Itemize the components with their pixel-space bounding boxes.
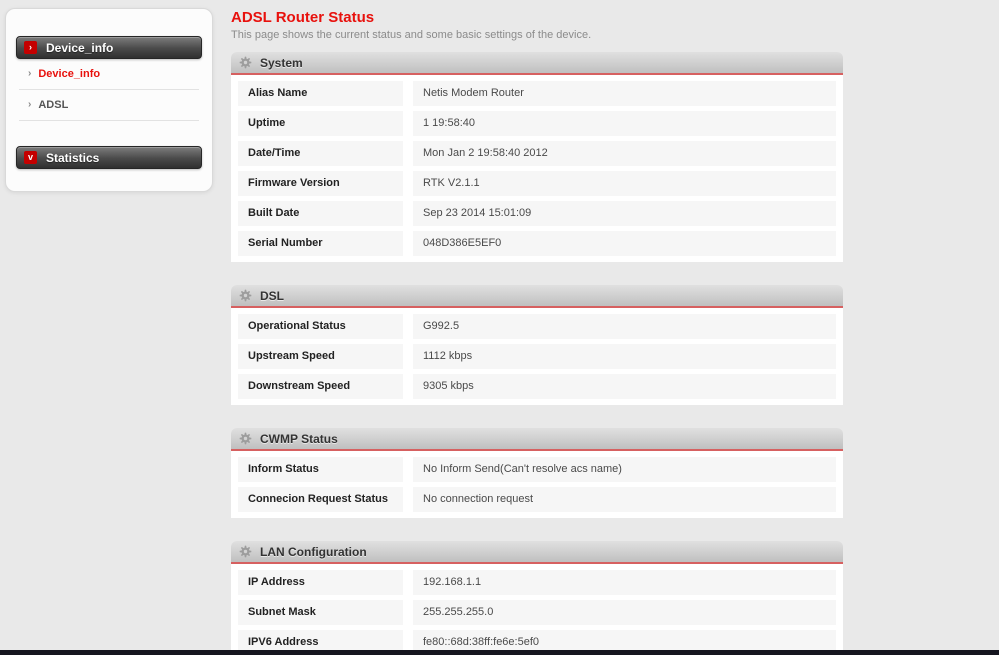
row-label: Alias Name xyxy=(238,81,403,106)
table-row: Downstream Speed 9305 kbps xyxy=(238,374,836,399)
table-row: Upstream Speed 1112 kbps xyxy=(238,344,836,369)
gear-icon xyxy=(239,289,252,302)
table-row: Built Date Sep 23 2014 15:01:09 xyxy=(238,201,836,226)
page-subtitle: This page shows the current status and s… xyxy=(231,29,843,41)
row-label: Operational Status xyxy=(238,314,403,339)
gear-icon xyxy=(239,56,252,69)
sidebar-item-device-info[interactable]: › Device_info xyxy=(19,59,199,90)
sidebar-submenu: › Device_info › ADSL xyxy=(16,59,202,121)
row-value: 1 19:58:40 xyxy=(413,111,836,136)
table-row: Date/Time Mon Jan 2 19:58:40 2012 xyxy=(238,141,836,166)
table-row: Alias Name Netis Modem Router xyxy=(238,81,836,106)
section-title: DSL xyxy=(260,289,284,303)
sidebar-item-label: Device_info xyxy=(38,68,100,80)
section-title: System xyxy=(260,56,303,70)
section-body: Alias Name Netis Modem Router Uptime 1 1… xyxy=(231,75,843,262)
chevron-right-icon: › xyxy=(24,41,37,54)
row-value: 048D386E5EF0 xyxy=(413,231,836,256)
row-value: 192.168.1.1 xyxy=(413,570,836,595)
section-cwmp-status: CWMP Status Inform Status No Inform Send… xyxy=(231,428,843,518)
section-lan-configuration: LAN Configuration IP Address 192.168.1.1… xyxy=(231,541,843,655)
table-row: Connecion Request Status No connection r… xyxy=(238,487,836,512)
sidebar-item-adsl[interactable]: › ADSL xyxy=(19,90,199,121)
section-body: Operational Status G992.5 Upstream Speed… xyxy=(231,308,843,405)
row-value: 1112 kbps xyxy=(413,344,836,369)
row-value: No connection request xyxy=(413,487,836,512)
row-label: IP Address xyxy=(238,570,403,595)
bottom-bar xyxy=(0,650,999,655)
row-value: Mon Jan 2 19:58:40 2012 xyxy=(413,141,836,166)
sidebar-menu-device-info[interactable]: › Device_info xyxy=(16,36,202,59)
row-label: Firmware Version xyxy=(238,171,403,196)
row-value: Sep 23 2014 15:01:09 xyxy=(413,201,836,226)
row-value: 255.255.255.0 xyxy=(413,600,836,625)
row-value: No Inform Send(Can't resolve acs name) xyxy=(413,457,836,482)
table-row: Subnet Mask 255.255.255.0 xyxy=(238,600,836,625)
sidebar-item-label: ADSL xyxy=(38,99,68,111)
sidebar-menu-statistics[interactable]: v Statistics xyxy=(16,146,202,169)
table-row: Serial Number 048D386E5EF0 xyxy=(238,231,836,256)
row-label: Downstream Speed xyxy=(238,374,403,399)
gear-icon xyxy=(239,545,252,558)
section-header: DSL xyxy=(231,285,843,308)
section-body: Inform Status No Inform Send(Can't resol… xyxy=(231,451,843,518)
sidebar-menu-label: Statistics xyxy=(46,151,99,165)
row-label: Upstream Speed xyxy=(238,344,403,369)
section-header: System xyxy=(231,52,843,75)
row-label: Uptime xyxy=(238,111,403,136)
section-title: LAN Configuration xyxy=(260,545,367,559)
row-value: RTK V2.1.1 xyxy=(413,171,836,196)
table-row: Firmware Version RTK V2.1.1 xyxy=(238,171,836,196)
row-value: Netis Modem Router xyxy=(413,81,836,106)
row-label: Date/Time xyxy=(238,141,403,166)
page-title: ADSL Router Status xyxy=(231,10,843,25)
table-row: IP Address 192.168.1.1 xyxy=(238,570,836,595)
chevron-right-icon: › xyxy=(28,100,31,110)
chevron-right-icon: › xyxy=(28,69,31,79)
row-value: 9305 kbps xyxy=(413,374,836,399)
row-label: Connecion Request Status xyxy=(238,487,403,512)
row-label: Inform Status xyxy=(238,457,403,482)
chevron-down-icon: v xyxy=(24,151,37,164)
table-row: Operational Status G992.5 xyxy=(238,314,836,339)
sidebar-menu-label: Device_info xyxy=(46,41,113,55)
section-header: CWMP Status xyxy=(231,428,843,451)
row-label: Subnet Mask xyxy=(238,600,403,625)
row-value: G992.5 xyxy=(413,314,836,339)
section-title: CWMP Status xyxy=(260,432,338,446)
section-system: System Alias Name Netis Modem Router Upt… xyxy=(231,52,843,262)
sidebar: › Device_info › Device_info › ADSL v Sta… xyxy=(5,8,213,192)
table-row: Inform Status No Inform Send(Can't resol… xyxy=(238,457,836,482)
section-body: IP Address 192.168.1.1 Subnet Mask 255.2… xyxy=(231,564,843,655)
section-dsl: DSL Operational Status G992.5 Upstream S… xyxy=(231,285,843,405)
main-content: ADSL Router Status This page shows the c… xyxy=(231,10,843,655)
section-header: LAN Configuration xyxy=(231,541,843,564)
table-row: Uptime 1 19:58:40 xyxy=(238,111,836,136)
row-label: Serial Number xyxy=(238,231,403,256)
row-label: Built Date xyxy=(238,201,403,226)
gear-icon xyxy=(239,432,252,445)
